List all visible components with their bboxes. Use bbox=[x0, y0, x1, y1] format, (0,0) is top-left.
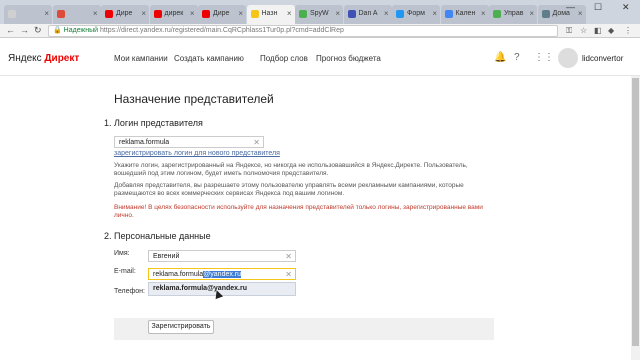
username[interactable]: lidconvertor bbox=[582, 54, 623, 63]
key-icon[interactable]: ⚿ bbox=[566, 26, 572, 36]
page-title: Назначение представителей bbox=[114, 92, 274, 106]
star-icon[interactable]: ☆ bbox=[580, 26, 587, 35]
tab-label: дирек bbox=[164, 10, 184, 17]
close-tab-icon[interactable]: × bbox=[384, 9, 389, 18]
clear-icon[interactable]: ✕ bbox=[285, 251, 292, 262]
close-tab-icon[interactable]: × bbox=[335, 9, 340, 18]
extension-icon[interactable]: ◧ bbox=[594, 26, 602, 35]
tab-label: Дире bbox=[116, 10, 133, 17]
url-input[interactable]: 🔒 Надежный https://direct.yandex.ru/regi… bbox=[48, 25, 558, 37]
close-tab-icon[interactable]: × bbox=[529, 9, 534, 18]
section-login: 1. Логин представителя bbox=[104, 118, 203, 128]
close-tab-icon[interactable]: × bbox=[481, 9, 486, 18]
browser-tab[interactable]: Кален × bbox=[440, 5, 489, 24]
close-tab-icon[interactable]: × bbox=[578, 9, 583, 18]
browser-tab[interactable]: Дома × bbox=[537, 5, 586, 24]
favicon-icon bbox=[202, 10, 210, 18]
phone-label: Телефон: bbox=[114, 288, 145, 295]
favicon-icon bbox=[444, 10, 453, 18]
nav-create-campaign[interactable]: Создать кампанию bbox=[174, 54, 244, 63]
browser-tab[interactable]: Управ × bbox=[489, 5, 537, 24]
section-personal: 2. Персональные данные bbox=[104, 231, 211, 241]
scrollbar-thumb[interactable] bbox=[632, 78, 639, 346]
email-value: reklama.formula bbox=[153, 271, 204, 278]
info-text-2: Добавляя представителя, вы разрешаете эт… bbox=[114, 182, 464, 197]
apps-icon[interactable]: ⋮⋮ bbox=[534, 52, 554, 63]
close-tab-icon[interactable]: × bbox=[287, 9, 292, 18]
close-window-button[interactable]: ✕ bbox=[622, 2, 630, 13]
address-bar: ← → ↻ 🔒 Надежный https://direct.yandex.r… bbox=[0, 24, 640, 38]
tab-label: Dan A bbox=[358, 10, 378, 17]
browser-tab[interactable]: SpyW × bbox=[295, 5, 343, 24]
logo[interactable]: Яндекс Директ bbox=[8, 53, 79, 64]
clear-icon[interactable]: ✕ bbox=[253, 137, 260, 148]
favicon-icon bbox=[250, 10, 259, 18]
help-icon[interactable]: ? bbox=[514, 52, 520, 63]
browser-tab[interactable]: Назн × bbox=[246, 5, 295, 24]
tab-bar: × × Дире × дирек × Дире × Назн × SpyW × Dan A × Форм × К… bbox=[0, 0, 640, 24]
close-tab-icon[interactable]: × bbox=[238, 9, 243, 18]
tab-label: Назн bbox=[261, 10, 278, 17]
tab-label: Дире bbox=[213, 10, 230, 17]
email-label: E-mail: bbox=[114, 268, 136, 275]
warning-text: Внимание! В целях безопасности используй… bbox=[114, 204, 483, 219]
nav-budget-forecast[interactable]: Прогноз бюджета bbox=[316, 54, 381, 63]
name-value: Евгений bbox=[153, 253, 180, 260]
maximize-button[interactable]: ☐ bbox=[594, 2, 602, 13]
url-text: https://direct.yandex.ru/registered/main… bbox=[99, 27, 344, 34]
bell-icon[interactable]: 🔔 bbox=[494, 52, 506, 63]
close-tab-icon[interactable]: × bbox=[44, 9, 49, 18]
favicon-icon bbox=[8, 10, 16, 18]
info-text-1: Укажите логин, зарегистрированный на Янд… bbox=[114, 162, 468, 177]
tab-label: Форм bbox=[407, 10, 425, 17]
browser-tab[interactable]: Форм × bbox=[392, 5, 440, 24]
favicon-icon bbox=[299, 10, 307, 18]
lock-icon: 🔒 bbox=[53, 27, 62, 34]
nav-my-campaigns[interactable]: Мои кампании bbox=[114, 54, 168, 63]
favicon-icon bbox=[56, 10, 65, 18]
close-tab-icon[interactable]: × bbox=[93, 9, 98, 18]
clear-icon[interactable]: ✕ bbox=[285, 269, 292, 280]
favicon-icon bbox=[105, 10, 113, 18]
back-icon[interactable]: ← bbox=[6, 25, 15, 35]
secure-label: Надежный bbox=[63, 27, 99, 34]
favicon-icon bbox=[396, 10, 404, 18]
browser-tab[interactable]: дирек × bbox=[149, 5, 198, 24]
menu-icon[interactable]: ⋮ bbox=[624, 26, 632, 35]
tab-label: Управ bbox=[504, 10, 524, 17]
favicon-icon bbox=[347, 10, 356, 18]
email-input[interactable]: reklama.formula@yandex.ru ✕ bbox=[148, 268, 296, 280]
browser-tab[interactable]: Dan A × bbox=[343, 5, 392, 24]
forward-icon[interactable]: → bbox=[20, 25, 29, 35]
favicon-icon bbox=[493, 10, 501, 18]
tab-label: Кален bbox=[455, 10, 476, 17]
extension-icon-2[interactable]: ◆ bbox=[608, 26, 614, 35]
name-input[interactable]: Евгений ✕ bbox=[148, 250, 296, 262]
browser-tab[interactable]: × bbox=[52, 5, 101, 24]
register-link[interactable]: зарегистрировать логин для нового предст… bbox=[114, 150, 280, 157]
site-header: Яндекс Директ Мои кампании Создать кампа… bbox=[0, 40, 640, 76]
avatar[interactable] bbox=[558, 48, 578, 68]
email-selected-text: @yandex.ru bbox=[203, 271, 242, 278]
name-label: Имя: bbox=[114, 250, 130, 257]
browser-tab[interactable]: Дире × bbox=[198, 5, 246, 24]
register-button[interactable]: Зарегистрировать bbox=[148, 320, 214, 334]
favicon-icon bbox=[541, 10, 550, 18]
close-tab-icon[interactable]: × bbox=[432, 9, 437, 18]
close-tab-icon[interactable]: × bbox=[190, 9, 195, 18]
nav-keyword-selection[interactable]: Подбор слов bbox=[260, 54, 308, 63]
browser-tab[interactable]: Дире × bbox=[101, 5, 149, 24]
login-value: reklama.formula bbox=[119, 139, 170, 146]
login-input[interactable]: reklama.formula ✕ bbox=[114, 136, 264, 148]
reload-icon[interactable]: ↻ bbox=[34, 25, 42, 36]
browser-tab[interactable]: × bbox=[4, 5, 52, 24]
favicon-icon bbox=[153, 10, 162, 18]
close-tab-icon[interactable]: × bbox=[141, 9, 146, 18]
minimize-button[interactable]: — bbox=[566, 2, 575, 12]
tab-label: SpyW bbox=[310, 10, 329, 17]
